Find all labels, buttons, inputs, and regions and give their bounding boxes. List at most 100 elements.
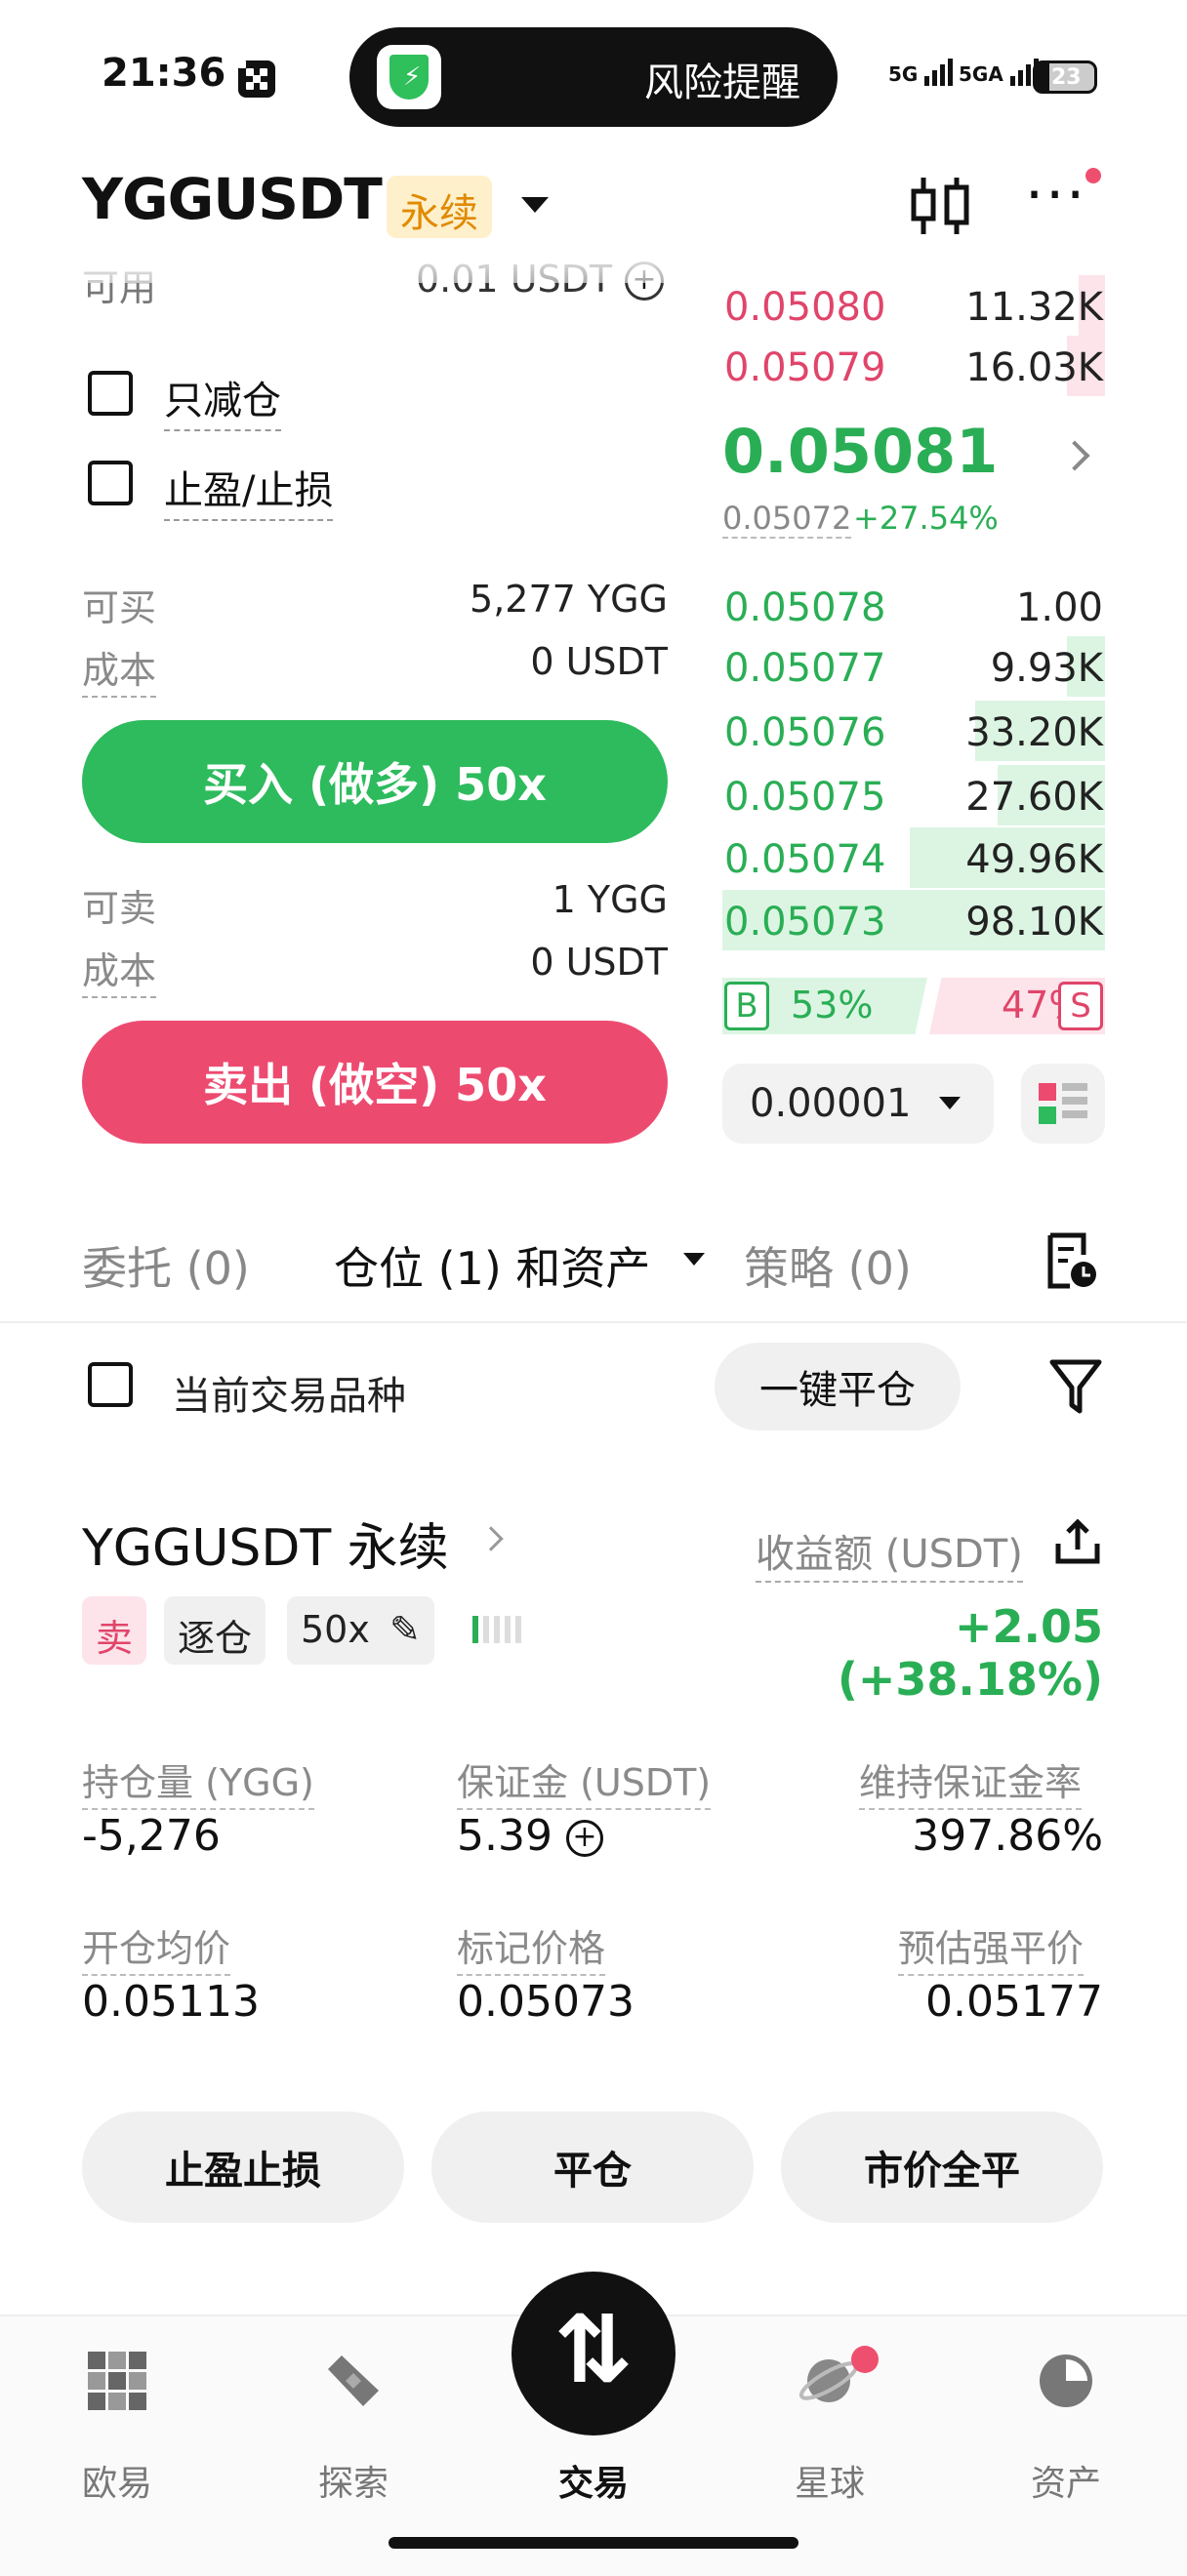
mmr-value: 397.86% [912, 1811, 1103, 1861]
risk-alert-text: 风险提醒 [644, 60, 800, 105]
chevron-right-icon[interactable] [1059, 440, 1090, 471]
margin-value: 5.39 + [457, 1811, 603, 1861]
nav-assets[interactable]: 资产 [988, 2348, 1144, 2504]
sell-max-label: 可卖 [82, 887, 157, 930]
nav-home[interactable]: 欧易 [39, 2348, 195, 2504]
orderbook-layout-button[interactable] [1021, 1064, 1105, 1144]
tp-sl-label[interactable]: 止盈/止损 [164, 459, 334, 521]
tab-dropdown-icon[interactable] [683, 1253, 705, 1266]
mmr-label: 维持保证金率 [859, 1752, 1083, 1810]
buy-max-value: 5,277 YGG [470, 578, 668, 621]
tick-size-select[interactable]: 0.00001 [722, 1064, 994, 1144]
bid-row[interactable]: 0.05075 27.60K [722, 765, 1105, 825]
buy-badge: B [724, 982, 769, 1030]
tab-positions[interactable]: 仓位 (1) 和资产 [334, 1233, 650, 1298]
buy-sell-ratio-bar: B 53% 47% S [722, 978, 1105, 1034]
candlestick-chart-icon[interactable] [906, 172, 974, 240]
sell-cost-value: 0 USDT [530, 941, 668, 984]
close-all-button[interactable]: 一键平仓 [715, 1343, 961, 1430]
position-size-label: 持仓量 (YGG) [82, 1752, 314, 1810]
current-pair-checkbox[interactable] [88, 1362, 133, 1407]
liq-price-label: 预估强平价 [898, 1918, 1085, 1976]
symbol-title[interactable]: YGGUSDT [82, 166, 383, 232]
ask-qty: 11.32K [965, 285, 1103, 330]
margin-mode-tag: 逐仓 [164, 1596, 266, 1665]
sell-max-value: 1 YGG [552, 878, 668, 921]
bid-qty: 9.93K [990, 646, 1103, 691]
signal-label-2: 5GA [959, 62, 1003, 86]
nav-trade-label[interactable]: 交易 [515, 2455, 672, 2506]
bid-price: 0.05078 [724, 585, 886, 630]
pnl-value: +2.05 (+38.18%) [837, 1600, 1103, 1706]
reduce-only-label[interactable]: 只减仓 [164, 369, 281, 431]
notification-dot [1085, 168, 1101, 183]
ask-row[interactable]: 0.05080 11.32K [722, 275, 1105, 336]
tp-sl-button[interactable]: 止盈止损 [82, 2112, 404, 2223]
buy-long-button[interactable]: 买入 (做多) 50x [82, 720, 668, 843]
bid-price: 0.05073 [724, 900, 886, 945]
buy-cost-label: 成本 [82, 640, 157, 698]
symbol-dropdown-icon[interactable] [521, 197, 549, 213]
risk-level-indicator [472, 1616, 526, 1647]
status-time: 21:36 [102, 51, 226, 96]
more-options-icon[interactable]: ··· [1025, 166, 1099, 224]
add-margin-icon[interactable]: + [565, 1820, 603, 1857]
entry-price-value: 0.05113 [82, 1977, 260, 2027]
ask-row[interactable]: 0.05079 16.03K [722, 336, 1105, 396]
sell-cost-label: 成本 [82, 941, 157, 998]
buy-max-label: 可买 [82, 586, 157, 629]
current-pair-label[interactable]: 当前交易品种 [172, 1364, 406, 1421]
tp-sl-checkbox[interactable] [88, 461, 133, 505]
share-icon[interactable] [1052, 1516, 1103, 1567]
pnl-label: 收益额 (USDT) [756, 1522, 1023, 1583]
reduce-only-checkbox[interactable] [88, 371, 133, 416]
nav-planet-label: 星球 [794, 2464, 865, 2504]
nav-explore[interactable]: 探索 [275, 2348, 431, 2504]
edit-icon: ✎ [389, 1608, 421, 1651]
scroll-fade [0, 244, 722, 283]
leverage-tag[interactable]: 50x ✎ [287, 1596, 434, 1665]
filter-icon[interactable] [1048, 1356, 1103, 1415]
bid-row[interactable]: 0.05076 33.20K [722, 701, 1105, 761]
shield-icon: ⚡ [377, 45, 441, 109]
sell-badge: S [1058, 982, 1103, 1030]
position-title[interactable]: YGGUSDT 永续 [82, 1507, 449, 1580]
mark-price-value: 0.05073 [457, 1977, 634, 2027]
perpetual-tag: 永续 [387, 176, 492, 238]
cellular-signal-2-icon: 5GA [959, 59, 1042, 86]
compass-icon [328, 2355, 379, 2406]
notification-dot [851, 2346, 879, 2373]
tab-orders[interactable]: 委托 (0) [82, 1233, 250, 1298]
bid-price: 0.05076 [724, 710, 886, 755]
nav-planet[interactable]: 星球 [752, 2348, 908, 2504]
orderbook-layout-icon [1039, 1083, 1087, 1124]
mark-price: 0.05072 [722, 500, 852, 539]
entry-price-label: 开仓均价 [82, 1918, 231, 1976]
bid-qty: 98.10K [965, 900, 1103, 945]
home-indicator [389, 2537, 798, 2549]
bid-price: 0.05075 [724, 775, 886, 820]
bid-row[interactable]: 0.05077 9.93K [722, 636, 1105, 697]
bid-row[interactable]: 0.05074 49.96K [722, 827, 1105, 888]
close-position-button[interactable]: 平仓 [431, 2112, 754, 2223]
bid-row[interactable]: 0.05078 1.00 [722, 576, 1105, 636]
order-history-icon[interactable] [1044, 1231, 1099, 1290]
tab-strategies[interactable]: 策略 (0) [744, 1233, 912, 1298]
nav-home-label: 欧易 [81, 2464, 152, 2504]
cellular-signal-icon: 5G [888, 59, 956, 86]
tick-size-value: 0.00001 [750, 1081, 912, 1126]
liq-price-value: 0.05177 [925, 1977, 1103, 2027]
bid-row[interactable]: 0.05073 98.10K [722, 890, 1105, 950]
position-size-value: -5,276 [82, 1811, 221, 1861]
okx-logo-icon [88, 2352, 146, 2410]
chevron-down-icon [939, 1097, 961, 1109]
nav-explore-label: 探索 [317, 2464, 389, 2504]
chevron-right-icon[interactable] [478, 1526, 504, 1551]
price-change-pct: +27.54% [853, 500, 999, 537]
sell-short-button[interactable]: 卖出 (做空) 50x [82, 1021, 668, 1144]
trade-icon[interactable]: ⇅ [512, 2272, 675, 2435]
ask-qty: 16.03K [965, 345, 1103, 390]
last-price[interactable]: 0.05081 [722, 416, 998, 487]
leverage-value: 50x [301, 1608, 370, 1651]
market-close-button[interactable]: 市价全平 [781, 2112, 1103, 2223]
